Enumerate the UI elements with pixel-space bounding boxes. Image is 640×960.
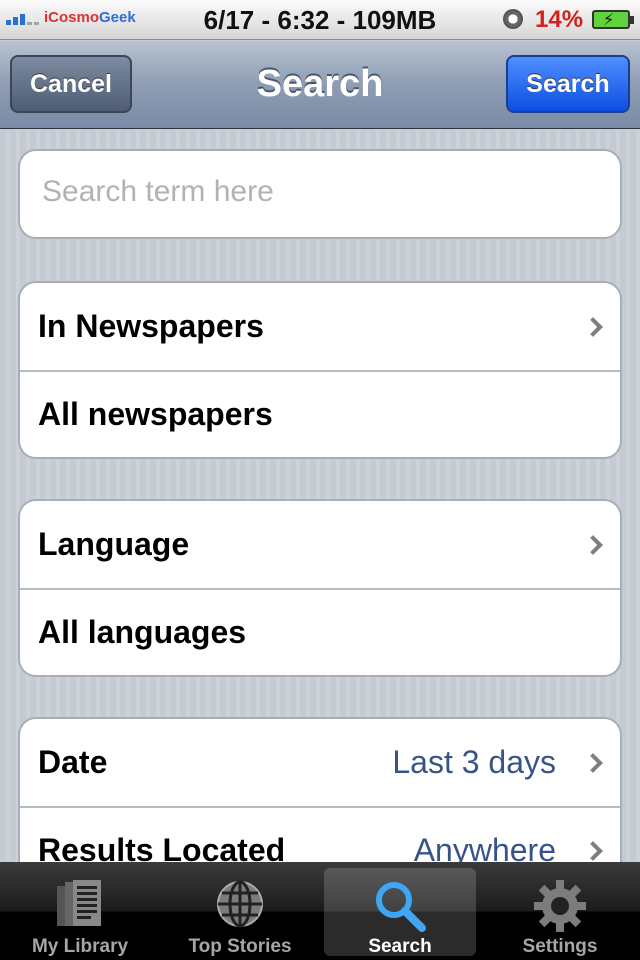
row-in-newspapers[interactable]: In Newspapers: [20, 283, 620, 370]
battery-percent: 14%: [535, 6, 584, 33]
tab-search[interactable]: Search: [324, 868, 476, 957]
row-date[interactable]: Date Last 3 days: [20, 719, 620, 806]
row-label: Results Located: [38, 832, 286, 862]
tab-label: My Library: [31, 936, 129, 957]
row-all-newspapers[interactable]: All newspapers: [20, 370, 620, 457]
chevron-right-icon: [583, 316, 603, 337]
search-button[interactable]: Search: [506, 55, 630, 113]
magnifier-icon: [376, 882, 426, 932]
tab-my-library[interactable]: My Library: [4, 868, 156, 957]
row-all-languages[interactable]: All languages: [20, 588, 620, 675]
alarm-clock-icon: [503, 9, 523, 29]
globe-icon: [217, 880, 263, 928]
tab-label: Search: [368, 936, 432, 957]
row-label: All languages: [38, 614, 247, 650]
tab-label: Top Stories: [188, 936, 292, 957]
newspapers-group: In Newspapers All newspapers: [18, 281, 622, 459]
row-label: Language: [38, 526, 190, 562]
language-group: Language All languages: [18, 499, 622, 677]
chevron-right-icon: [583, 752, 603, 773]
chevron-right-icon: [583, 534, 603, 555]
tab-settings[interactable]: Settings: [484, 868, 636, 957]
row-language[interactable]: Language: [20, 501, 620, 588]
row-label: Date: [38, 744, 108, 780]
gear-icon: [534, 880, 586, 932]
search-field-container[interactable]: [18, 149, 622, 239]
tab-bar: My Library Top Stories Search Settings: [0, 862, 640, 960]
battery-charging-icon: ⚡: [592, 10, 634, 29]
newspaper-icon: [57, 880, 101, 926]
row-label: All newspapers: [38, 396, 273, 432]
date-results-group: Date Last 3 days Results Located Anywher…: [18, 717, 622, 862]
search-form: In Newspapers All newspapers Language Al…: [0, 130, 640, 862]
tab-label: Settings: [522, 936, 598, 957]
row-results-located[interactable]: Results Located Anywhere: [20, 806, 620, 862]
chevron-right-icon: [583, 840, 603, 861]
row-label: In Newspapers: [38, 308, 264, 344]
status-bar: iCosmoGeek 6/17 - 6:32 - 109MB 14% ⚡: [0, 0, 640, 40]
navigation-bar: Cancel Search Search: [0, 41, 640, 129]
row-value: Last 3 days: [392, 744, 556, 780]
search-input[interactable]: [42, 175, 602, 209]
row-value: Anywhere: [413, 832, 556, 862]
tab-top-stories[interactable]: Top Stories: [164, 868, 316, 957]
